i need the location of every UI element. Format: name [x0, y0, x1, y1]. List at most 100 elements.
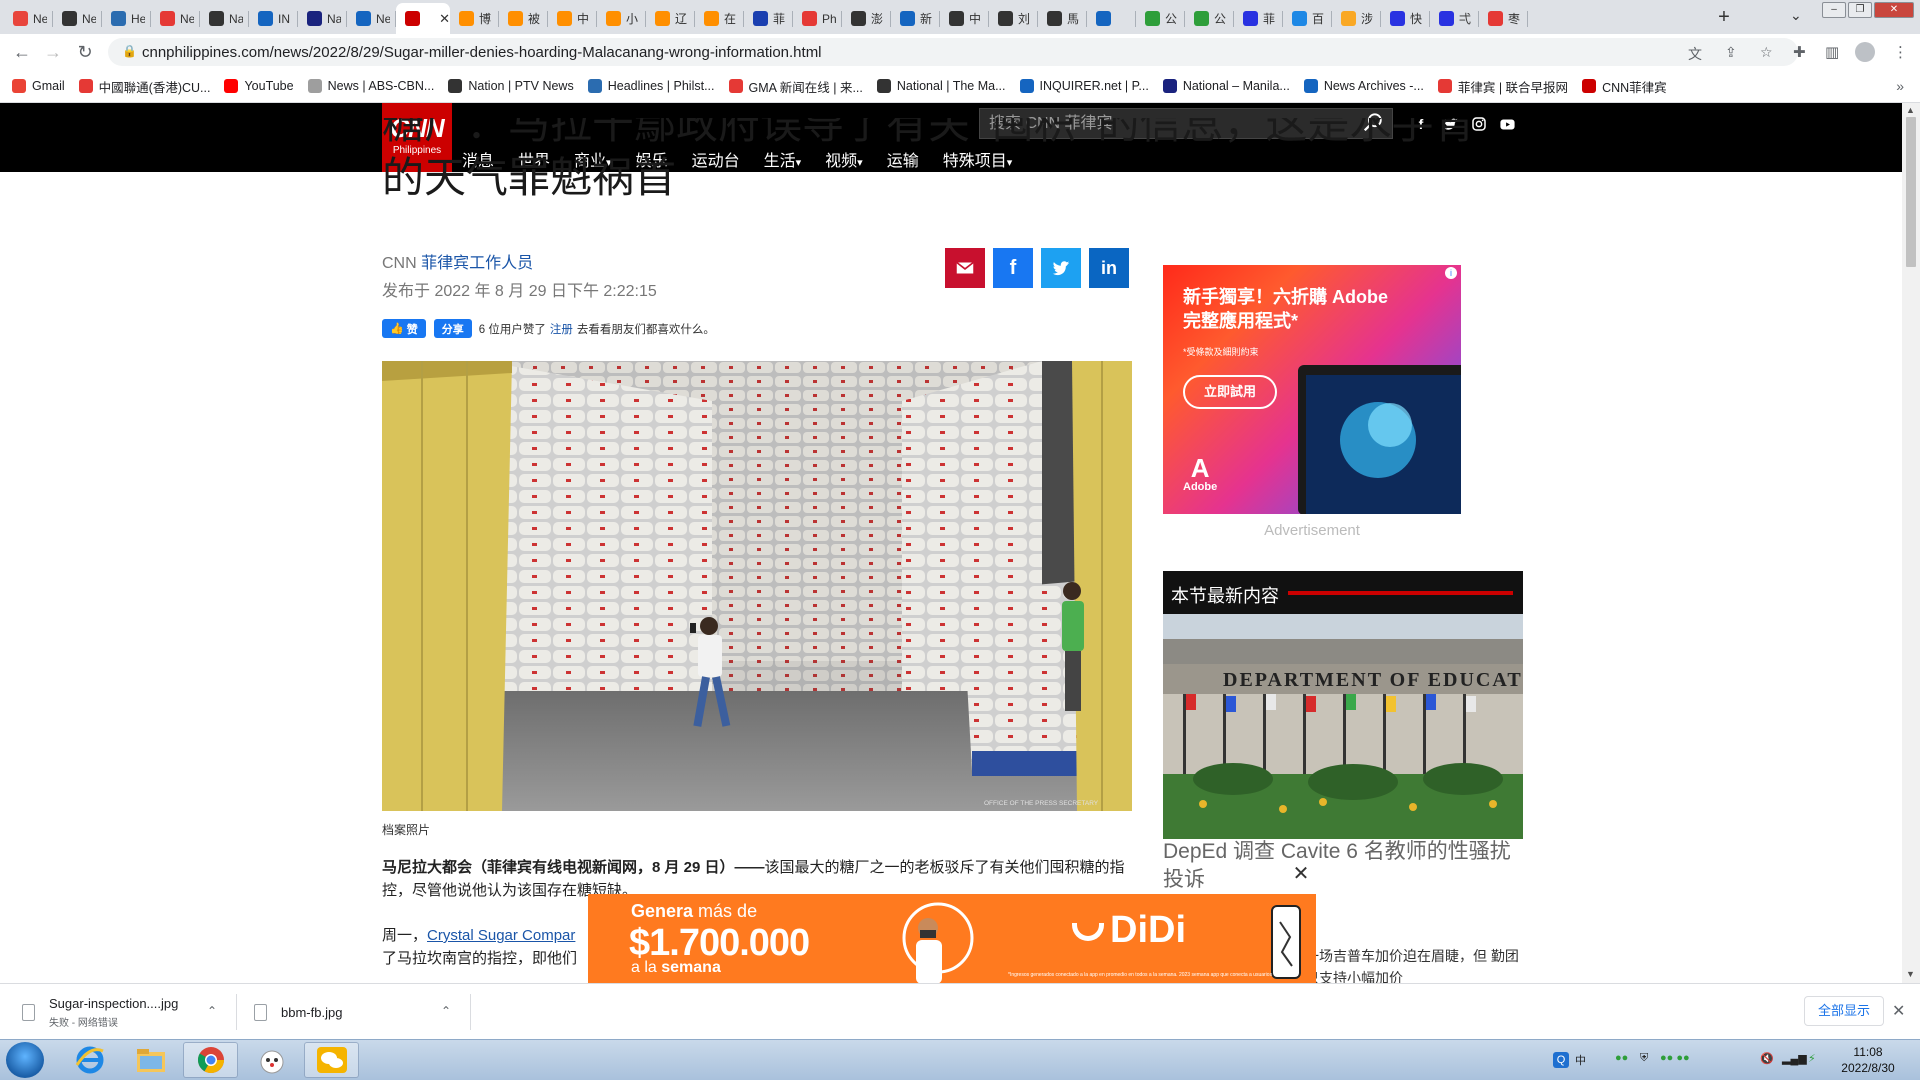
scrollbar-thumb[interactable] — [1906, 117, 1916, 267]
bookmark-item[interactable]: Headlines | Philst... — [587, 79, 715, 93]
chevron-up-icon[interactable]: ⌃ — [207, 1004, 217, 1018]
more-bookmarks-icon[interactable]: » — [1896, 78, 1904, 94]
browser-tab[interactable]: 枣 — [1479, 3, 1528, 34]
bookmark-item[interactable]: National – Manila... — [1162, 79, 1290, 93]
latest-news-title[interactable]: DepEd 调查 Cavite 6 名教师的性骚扰投诉 — [1163, 838, 1523, 894]
bookmark-item[interactable]: INQUIRER.net | P... — [1019, 79, 1149, 93]
forward-icon[interactable]: → — [43, 42, 63, 63]
wechat-taskbar-icon[interactable] — [304, 1042, 359, 1078]
lock-icon[interactable]: 🔒 — [122, 44, 137, 58]
browser-tab[interactable]: 涉 — [1332, 3, 1381, 34]
shield-tray-icon[interactable]: ⛨ — [1640, 1052, 1648, 1065]
browser-tab[interactable]: 在 — [695, 3, 744, 34]
browser-tab[interactable]: ✕ — [396, 3, 450, 34]
system-clock[interactable]: 11:08 2022/8/30 — [1838, 1044, 1898, 1076]
translate-icon[interactable]: 文 — [1688, 44, 1702, 64]
bookmark-item[interactable]: CNN菲律宾 — [1582, 77, 1667, 96]
browser-tab[interactable]: 澎 — [842, 3, 891, 34]
browser-tab[interactable]: 快 — [1381, 3, 1430, 34]
linkedin-share-icon[interactable]: in — [1089, 248, 1129, 288]
chevron-up-icon[interactable]: ⌃ — [441, 1004, 451, 1018]
bookmark-item[interactable]: National | The Ma... — [876, 79, 1006, 93]
browser-tab[interactable]: 公 — [1136, 3, 1185, 34]
extensions-icon[interactable]: ✚ — [1793, 43, 1806, 61]
bookmark-item[interactable]: News Archives -... — [1303, 79, 1424, 93]
url-text[interactable]: cnnphilippines.com/news/2022/8/29/Sugar-… — [142, 44, 822, 61]
profile-avatar[interactable] — [1855, 42, 1875, 62]
browser-tab[interactable]: Ne — [347, 3, 396, 34]
volume-muted-icon[interactable]: 🔇 — [1760, 1052, 1774, 1065]
tab-close-icon[interactable]: ✕ — [439, 11, 450, 27]
chrome-taskbar-icon[interactable] — [183, 1042, 238, 1078]
company-link[interactable]: Crystal Sugar Compar — [427, 927, 575, 944]
didi-overlay-ad[interactable]: Genera más de $1.700.000 a la semana DiD… — [588, 894, 1316, 984]
menu-icon[interactable]: ⋮ — [1893, 43, 1908, 61]
browser-tab[interactable]: 菲 — [744, 3, 793, 34]
twitter-share-icon[interactable] — [1041, 248, 1081, 288]
close-icon[interactable]: ✕ — [1290, 864, 1312, 886]
bookmark-item[interactable]: News | ABS-CBN... — [307, 79, 434, 93]
latest-news-image[interactable]: DEPARTMENT OF EDUCATION — [1163, 614, 1523, 839]
ad-info-icon[interactable]: i — [1445, 267, 1457, 279]
ad-cta-button[interactable]: 立即試用 — [1183, 375, 1277, 409]
browser-tab[interactable]: Na — [200, 3, 249, 34]
new-tab-button[interactable]: + — [1712, 6, 1736, 29]
start-button[interactable] — [6, 1042, 44, 1078]
bookmark-item[interactable]: 菲律宾 | 联合早报网 — [1437, 77, 1568, 96]
browser-tab[interactable]: 百 — [1283, 3, 1332, 34]
browser-tab[interactable]: Ne — [53, 3, 102, 34]
browser-tab[interactable]: 新 — [891, 3, 940, 34]
author-link[interactable]: 菲律宾工作人员 — [421, 255, 533, 272]
fb-like-button[interactable]: 👍 赞 — [382, 319, 426, 338]
show-all-button[interactable]: 全部显示 — [1804, 996, 1884, 1026]
browser-tab[interactable] — [1087, 3, 1136, 34]
ie-taskbar-icon[interactable] — [62, 1042, 117, 1078]
share-icon[interactable]: ⇪ — [1725, 44, 1737, 61]
facebook-share-icon[interactable]: f — [993, 248, 1033, 288]
browser-tab[interactable]: 被 — [499, 3, 548, 34]
scroll-down-icon[interactable]: ▼ — [1906, 969, 1915, 979]
browser-tab[interactable]: 中 — [940, 3, 989, 34]
wechat-tray-icon[interactable]: ●● — [1615, 1052, 1628, 1064]
browser-tab[interactable]: Ne — [151, 3, 200, 34]
close-window-button[interactable]: ✕ — [1874, 2, 1914, 18]
address-bar[interactable]: 🔒 cnnphilippines.com/news/2022/8/29/Suga… — [108, 38, 1798, 66]
reload-icon[interactable]: ↻ — [75, 42, 95, 63]
browser-tab[interactable]: 辽 — [646, 3, 695, 34]
download-item-2[interactable]: bbm-fb.jpg — [254, 984, 342, 1040]
bookmark-star-icon[interactable]: ☆ — [1760, 44, 1773, 61]
scroll-up-icon[interactable]: ▲ — [1906, 105, 1915, 115]
download-item-1[interactable]: Sugar-inspection....jpg 失败 - 网络错误 — [22, 984, 178, 1040]
browser-tab[interactable]: He — [102, 3, 151, 34]
bookmark-item[interactable]: Gmail — [12, 79, 65, 93]
browser-tab[interactable]: 馬 — [1038, 3, 1087, 34]
browser-tab[interactable]: 中 — [548, 3, 597, 34]
explorer-taskbar-icon[interactable] — [123, 1042, 178, 1078]
ime-indicator[interactable]: 中 — [1575, 1052, 1586, 1068]
page-scrollbar[interactable]: ▲ ▼ — [1902, 103, 1920, 983]
fb-share-button[interactable]: 分享 — [433, 319, 472, 338]
tab-search-icon[interactable]: ⌄ — [1790, 7, 1802, 24]
browser-tab[interactable]: 菲 — [1234, 3, 1283, 34]
browser-tab[interactable]: Na — [298, 3, 347, 34]
browser-tab[interactable]: 小 — [597, 3, 646, 34]
browser-tab[interactable]: 刘 — [989, 3, 1038, 34]
maximize-button[interactable]: ❐ — [1848, 2, 1872, 18]
cat-app-taskbar-icon[interactable] — [244, 1042, 299, 1078]
browser-tab[interactable]: 博 — [450, 3, 499, 34]
browser-tab[interactable]: Ne — [4, 3, 53, 34]
battery-icon[interactable]: ⚡ — [1808, 1052, 1816, 1065]
close-shelf-icon[interactable]: ✕ — [1892, 1001, 1905, 1021]
bookmark-item[interactable]: GMA 新闻在线 | 来... — [728, 77, 863, 96]
browser-tab[interactable]: Ph — [793, 3, 842, 34]
fb-signup-link[interactable]: 注册 — [550, 321, 573, 337]
network-icon[interactable]: ▂▄▆ — [1782, 1052, 1807, 1065]
bookmark-item[interactable]: Nation | PTV News — [448, 79, 574, 93]
browser-tab[interactable]: IN — [249, 3, 298, 34]
wechat-tray-icon-2[interactable]: ●● ●● — [1660, 1052, 1690, 1064]
bookmark-item[interactable]: YouTube — [224, 79, 294, 93]
adobe-ad[interactable]: 新手獨享！六折購 Adobe完整應用程式* *受條款及細則約束 立即試用 A A… — [1163, 265, 1461, 514]
back-icon[interactable]: ← — [12, 42, 32, 63]
browser-tab[interactable]: 公 — [1185, 3, 1234, 34]
email-share-icon[interactable] — [945, 248, 985, 288]
